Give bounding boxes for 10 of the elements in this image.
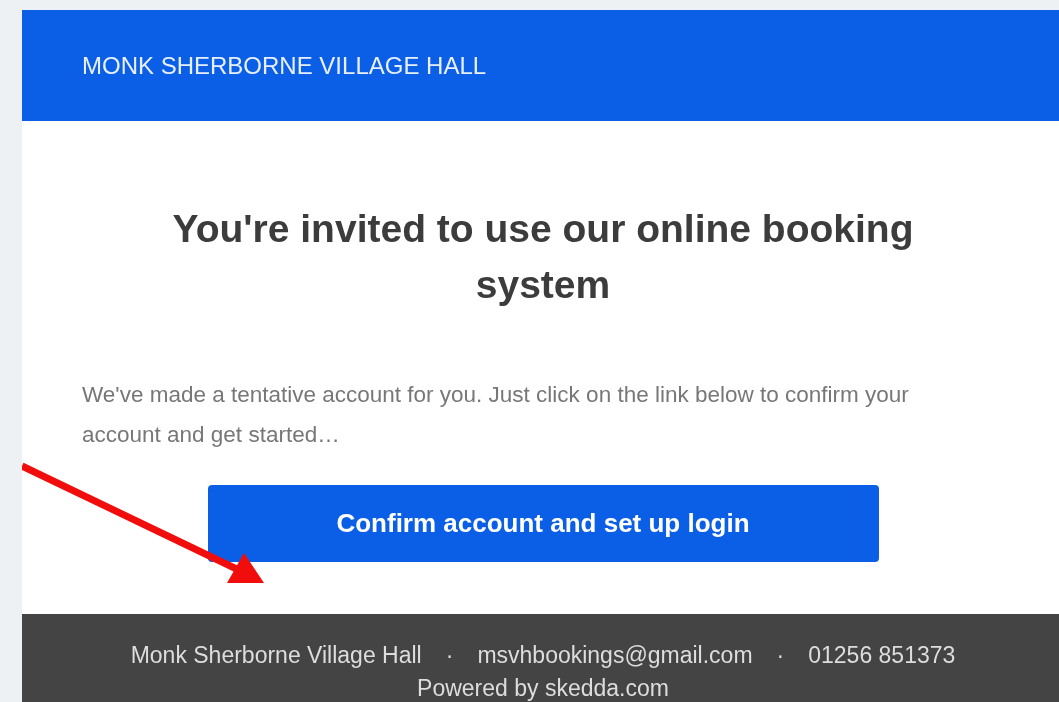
footer-info: Monk Sherborne Village Hall bbox=[130, 642, 422, 669]
separator-dot: · bbox=[776, 642, 785, 669]
email-heading: You're invited to use our online booking system bbox=[171, 206, 915, 308]
footer-info: 01256 851373 bbox=[808, 642, 956, 669]
confirm-account-button[interactable]: Confirm account and set up login bbox=[207, 485, 879, 562]
message-text: We've made a tentative account for you. Just click on the link below to confirm your account and get started… bbox=[82, 381, 910, 449]
header-title: MONK SHERBORNE VILLAGE HALL bbox=[82, 51, 487, 80]
powered-by-text: Powered by skedda.com bbox=[416, 675, 670, 702]
footer-info: msvhbookings@gmail.com bbox=[477, 642, 753, 669]
separator-dot: · bbox=[445, 642, 454, 669]
